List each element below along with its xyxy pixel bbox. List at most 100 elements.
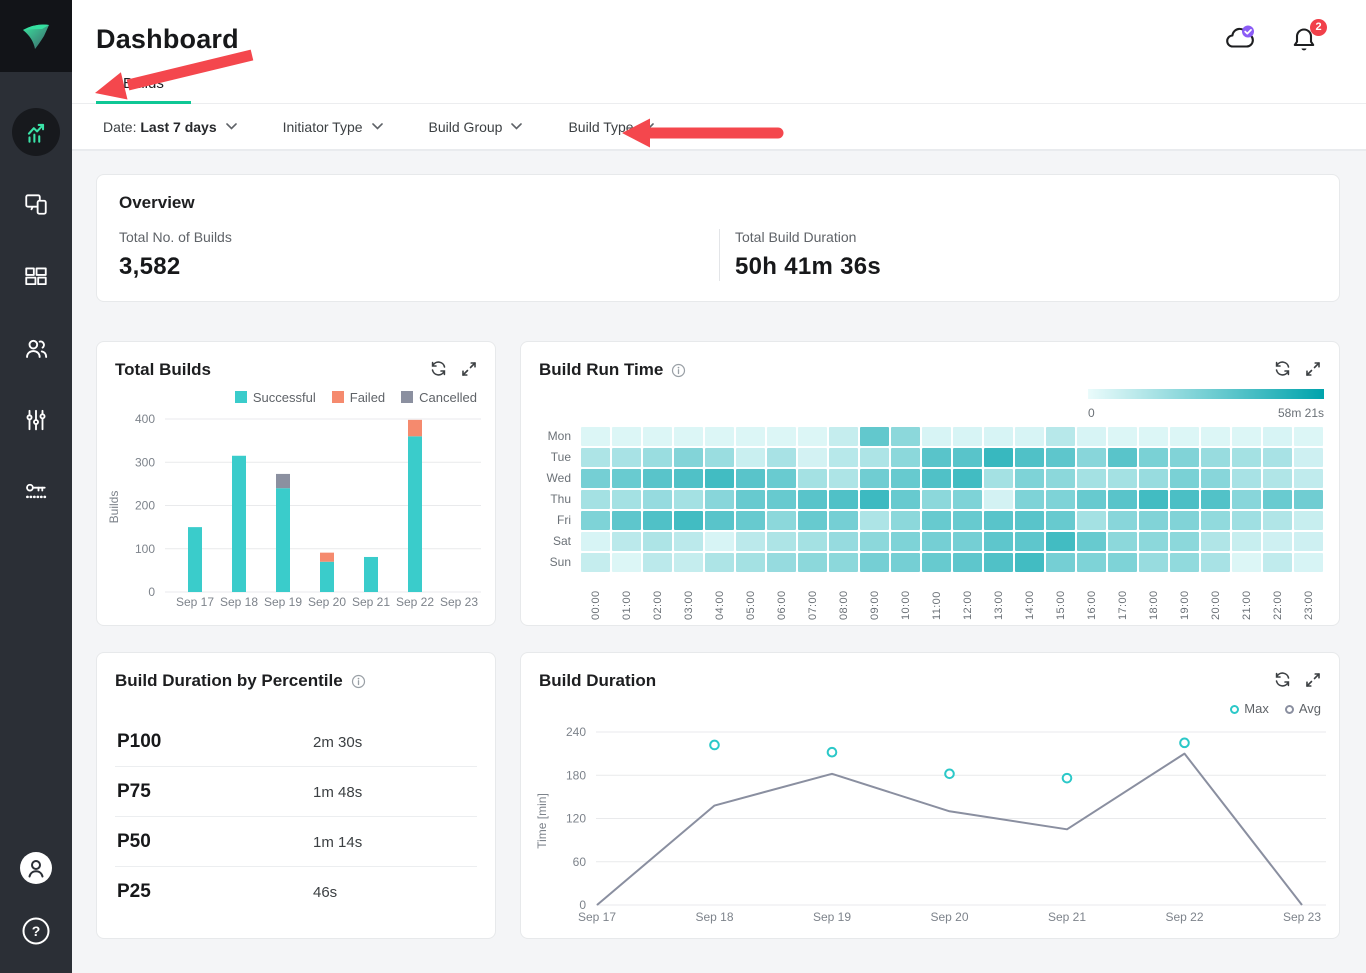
heatmap-col-label: 17:00 [1117, 578, 1129, 620]
heatmap-col-label: 05:00 [745, 578, 757, 620]
svg-text:240: 240 [566, 725, 586, 739]
percentile-value: 46s [313, 884, 337, 901]
sidebar-item-settings[interactable] [0, 384, 72, 456]
heatmap-row-label: Tue [539, 448, 579, 467]
heatmap-cell [922, 511, 951, 530]
sidebar-item-dashboards[interactable] [0, 240, 72, 312]
heatmap-cell [705, 511, 734, 530]
percentile-row: P751m 48s [115, 767, 477, 817]
chevron-down-icon [226, 123, 237, 130]
expand-icon[interactable] [1305, 361, 1321, 377]
info-icon[interactable] [351, 674, 366, 689]
heatmap-cell [1046, 448, 1075, 467]
legend-successful: Successful [235, 390, 316, 405]
heatmap-cell [736, 532, 765, 551]
percentile-row: P2546s [115, 867, 477, 916]
heatmap-cell [643, 511, 672, 530]
sidebar-item-users[interactable] [0, 312, 72, 384]
dashboard-layout-icon [23, 263, 49, 289]
percentile-row: P501m 14s [115, 817, 477, 867]
filter-build-type[interactable]: Build Type [568, 119, 653, 135]
sidebar-item-apps[interactable] [0, 168, 72, 240]
tab-bar: Builds [72, 69, 1366, 104]
heatmap-col-label: 18:00 [1148, 578, 1160, 620]
filter-date[interactable]: Date: Last 7 days [103, 119, 237, 135]
notifications-button[interactable]: 2 [1290, 25, 1320, 55]
heatmap-cell [1170, 427, 1199, 446]
heatmap-cell [984, 427, 1013, 446]
help-button[interactable]: ? [21, 916, 51, 951]
sidebar-item-api-keys[interactable] [0, 456, 72, 528]
percentile-label: P25 [117, 881, 313, 903]
heatmap-cell [953, 532, 982, 551]
heatmap-cell [798, 490, 827, 509]
heatmap-row-label: Sun [539, 553, 579, 572]
heatmap-cell [1077, 532, 1106, 551]
heatmap-cell [612, 469, 641, 488]
heatmap-cell [643, 427, 672, 446]
sidebar-item-insights[interactable] [0, 96, 72, 168]
heatmap-cell [1201, 469, 1230, 488]
heatmap-cell [674, 532, 703, 551]
filter-initiator-type[interactable]: Initiator Type [283, 119, 383, 135]
heatmap-cell [1294, 469, 1323, 488]
total-builds-legend: Successful Failed Cancelled [235, 390, 477, 405]
apps-devices-icon [23, 191, 49, 217]
heatmap-cell [1263, 553, 1292, 572]
heatmap-cell [1139, 532, 1168, 551]
cloud-status-button[interactable] [1224, 25, 1254, 55]
heatmap-col-label: 23:00 [1303, 578, 1315, 620]
heatmap-cell [1232, 532, 1261, 551]
logo-icon [16, 16, 56, 56]
heatmap-cell [798, 511, 827, 530]
svg-text:Time [min]: Time [min] [535, 793, 549, 849]
heatmap-cell [1015, 553, 1044, 572]
heatmap-cell [674, 448, 703, 467]
heatmap-cell [1108, 532, 1137, 551]
app-logo[interactable] [0, 0, 72, 72]
refresh-icon[interactable] [1274, 671, 1291, 688]
percentile-row: P1002m 30s [115, 717, 477, 767]
heatmap-cell [1139, 490, 1168, 509]
refresh-icon[interactable] [430, 360, 447, 377]
heatmap-cell [1015, 427, 1044, 446]
heatmap-cell [767, 448, 796, 467]
heatmap-cell [1015, 532, 1044, 551]
expand-icon[interactable] [1305, 672, 1321, 688]
heatmap-cell [612, 448, 641, 467]
bar-segment [276, 488, 290, 592]
heatmap-cell [1046, 511, 1075, 530]
svg-text:120: 120 [566, 812, 586, 826]
heatmap-cell [1046, 532, 1075, 551]
heatmap-cell [798, 427, 827, 446]
heatmap-cell [953, 469, 982, 488]
heatmap-cell [798, 532, 827, 551]
svg-text:Sep 20: Sep 20 [930, 910, 968, 924]
refresh-icon[interactable] [1274, 360, 1291, 377]
heatmap-row-label: Thu [539, 490, 579, 509]
expand-icon[interactable] [461, 361, 477, 377]
filter-build-group[interactable]: Build Group [429, 119, 523, 135]
heatmap-cell [860, 448, 889, 467]
total-builds-bar-chart: 0100200300400BuildsSep 17Sep 18Sep 19Sep… [97, 342, 495, 625]
heatmap-cell [612, 511, 641, 530]
legend-cancelled: Cancelled [401, 390, 477, 405]
bar-segment [320, 553, 334, 562]
heatmap-row-label: Mon [539, 427, 579, 446]
sidebar-bottom: ? [19, 851, 53, 973]
heatmap-col-label: 20:00 [1210, 578, 1222, 620]
max-point [710, 741, 719, 750]
heatmap-cell [922, 427, 951, 446]
heatmap-cell [1201, 532, 1230, 551]
info-icon[interactable] [671, 363, 686, 378]
heatmap-cell [860, 490, 889, 509]
tab-builds[interactable]: Builds [96, 69, 191, 104]
max-point [1063, 774, 1072, 783]
heatmap-col-label: 08:00 [838, 578, 850, 620]
filter-date-label: Date: [103, 119, 136, 135]
avatar[interactable] [19, 851, 53, 890]
heatmap-col-label: 15:00 [1055, 578, 1067, 620]
heatmap-cell [612, 532, 641, 551]
main-area: Dashboard 2 [72, 0, 1366, 973]
heatmap-cell [829, 511, 858, 530]
